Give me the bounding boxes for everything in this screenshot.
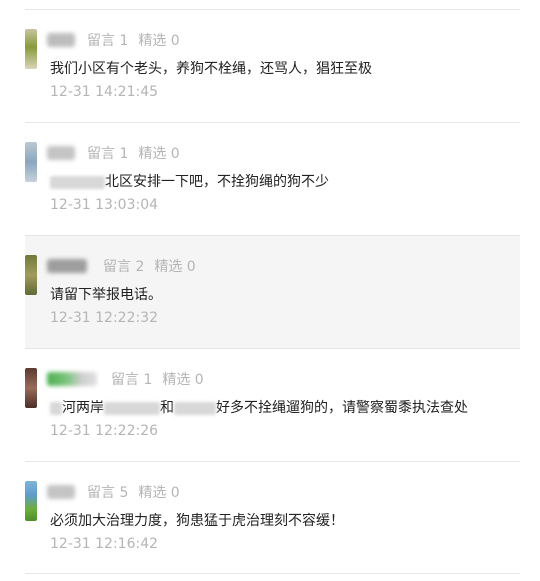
comment-text: 北区安排一下吧，不拴狗绳的狗不少 xyxy=(50,171,329,191)
comment-meta: 留言 1 精选 0 xyxy=(111,369,204,389)
comment-text: 我们小区有个老头，养狗不栓绳，还骂人，猖狂至极 xyxy=(50,61,372,77)
redacted-text xyxy=(174,401,216,415)
comment-meta: 留言 1 精选 0 xyxy=(87,143,180,163)
featured-count[interactable]: 精选 0 xyxy=(138,30,179,50)
comment-time: 12-31 12:22:26 xyxy=(50,423,159,439)
reply-count[interactable]: 留言 2 xyxy=(103,256,144,276)
avatar[interactable] xyxy=(25,481,37,521)
comment-time: 12-31 12:16:42 xyxy=(50,536,159,552)
reply-count[interactable]: 留言 1 xyxy=(87,143,128,163)
comment-time: 12-31 12:22:32 xyxy=(50,310,159,326)
reply-count[interactable]: 留言 5 xyxy=(87,482,128,502)
comment-item: 留言 2 精选 0 请留下举报电话。 12-31 12:22:32 xyxy=(25,235,520,348)
comment-meta: 留言 2 精选 0 xyxy=(103,256,196,276)
comment-meta: 留言 5 精选 0 xyxy=(87,482,180,502)
comment-item: 留言 1 精选 0 河两岸 和 好多不拴绳遛狗的，请警察蜀黍执法查处 12-31 12… xyxy=(25,348,520,461)
reply-count[interactable]: 留言 1 xyxy=(111,369,152,389)
comment-text: 请留下举报电话。 xyxy=(50,287,162,303)
comment-text-visible: 北区安排一下吧，不拴狗绳的狗不少 xyxy=(105,174,329,190)
featured-count[interactable]: 精选 0 xyxy=(154,256,195,276)
featured-count[interactable]: 精选 0 xyxy=(138,143,179,163)
comment-meta: 留言 1 精选 0 xyxy=(87,30,180,50)
comment-text-part: 好多不拴绳遛狗的，请警察蜀黍执法查处 xyxy=(216,400,468,416)
comment-time: 12-31 13:03:04 xyxy=(50,197,159,213)
comment-item: 留言 5 精选 0 必须加大治理力度，狗患猛于虎治理刻不容缓！ 12-31 12:… xyxy=(25,461,520,574)
comment-item: 留言 1 精选 0 我们小区有个老头，养狗不栓绳，还骂人，猖狂至极 12-31 1… xyxy=(25,9,520,122)
comment-text: 河两岸 和 好多不拴绳遛狗的，请警察蜀黍执法查处 xyxy=(50,397,468,417)
username-redacted xyxy=(47,33,75,47)
username-redacted xyxy=(47,485,75,499)
redacted-text xyxy=(50,175,105,189)
comment-time: 12-31 14:21:45 xyxy=(50,84,159,100)
comment-text-part: 和 xyxy=(160,400,174,416)
comment-item: 留言 1 精选 0 北区安排一下吧，不拴狗绳的狗不少 12-31 13:03:04 xyxy=(25,122,520,235)
username-redacted xyxy=(47,259,87,273)
featured-count[interactable]: 精选 0 xyxy=(138,482,179,502)
featured-count[interactable]: 精选 0 xyxy=(162,369,203,389)
avatar[interactable] xyxy=(25,29,37,69)
username-redacted xyxy=(47,146,75,160)
avatar[interactable] xyxy=(25,255,37,295)
avatar[interactable] xyxy=(25,142,37,182)
redacted-text xyxy=(50,401,62,415)
comment-text-part: 河两岸 xyxy=(62,400,104,416)
redacted-text xyxy=(104,401,160,415)
reply-count[interactable]: 留言 1 xyxy=(87,30,128,50)
username-redacted xyxy=(47,372,97,386)
comment-text: 必须加大治理力度，狗患猛于虎治理刻不容缓！ xyxy=(50,513,344,529)
avatar[interactable] xyxy=(25,368,37,408)
